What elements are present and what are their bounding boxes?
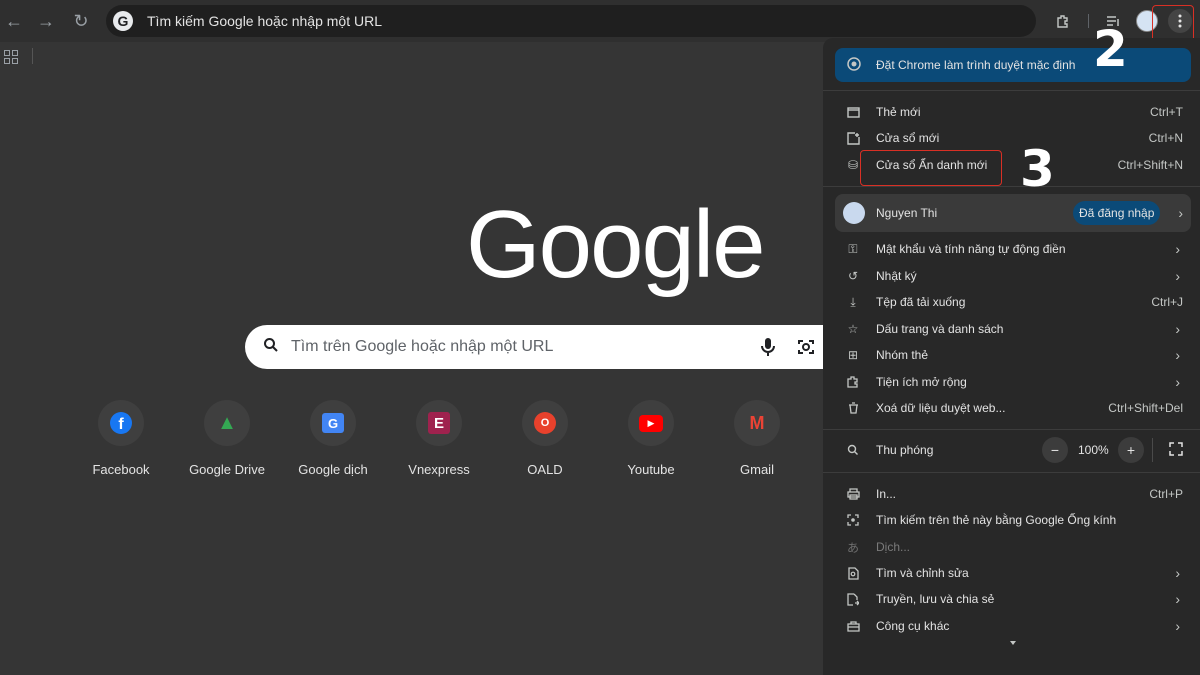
menu-item-new-tab[interactable]: Thẻ mới Ctrl+T xyxy=(823,99,1200,125)
history-icon: ↺ xyxy=(847,269,859,283)
forward-icon[interactable]: → xyxy=(34,9,58,33)
annotation-step-2: 2 xyxy=(1093,20,1128,78)
share-page-icon xyxy=(845,591,861,607)
lens-camera-icon[interactable] xyxy=(797,338,815,361)
chevron-right-icon: › xyxy=(1175,374,1180,390)
bookmarks-divider xyxy=(32,48,33,64)
zoom-divider xyxy=(1152,438,1153,462)
fullscreen-icon[interactable] xyxy=(1169,442,1183,461)
signed-in-badge: Đã đăng nhập xyxy=(1073,201,1161,225)
chevron-right-icon: › xyxy=(1175,591,1180,607)
annotation-step-3: 3 xyxy=(1020,140,1055,198)
scroll-down-arrow-icon[interactable] xyxy=(1010,641,1016,645)
star-icon: ☆ xyxy=(847,322,859,336)
menu-item-extensions[interactable]: Tiện ích mở rộng › xyxy=(823,369,1200,395)
chevron-right-icon: › xyxy=(1175,565,1180,581)
google-logo: Google xyxy=(466,191,766,298)
chevron-right-icon: › xyxy=(1175,618,1180,634)
chrome-icon xyxy=(847,56,861,74)
browser-toolbar: ← → ↻ G Tìm kiếm Google hoặc nhập một UR… xyxy=(0,0,1200,42)
search-icon xyxy=(263,337,279,358)
new-window-icon xyxy=(845,130,861,146)
shortcut-vnexpress[interactable]: E Vnexpress xyxy=(386,400,492,477)
microphone-icon[interactable] xyxy=(761,337,775,362)
shortcut-oald[interactable]: O OALD xyxy=(492,400,598,477)
lens-icon xyxy=(845,512,861,528)
shortcut-google-translate[interactable]: G Google dịch xyxy=(280,400,386,477)
menu-item-more-tools[interactable]: Công cụ khác › xyxy=(823,613,1200,639)
zoom-level: 100% xyxy=(1078,443,1109,457)
menu-item-history[interactable]: ↺ Nhật ký › xyxy=(823,263,1200,289)
find-page-icon xyxy=(845,565,861,581)
shortcut-youtube[interactable]: ▶ Youtube xyxy=(598,400,704,477)
menu-item-find-edit[interactable]: Tìm và chỉnh sửa › xyxy=(823,560,1200,586)
translate-icon: あ xyxy=(846,540,859,555)
new-tab-icon xyxy=(845,104,861,120)
zoom-icon xyxy=(845,442,861,458)
shortcut-facebook[interactable]: f Facebook xyxy=(68,400,174,477)
shortcut-google-drive[interactable]: ▲ Google Drive xyxy=(174,400,280,477)
gmail-icon: M xyxy=(749,412,765,433)
address-bar[interactable]: G Tìm kiếm Google hoặc nhập một URL xyxy=(106,5,1036,37)
menu-item-passwords[interactable]: ⚿ Mật khẩu và tính năng tự động điền › xyxy=(823,236,1200,262)
menu-divider xyxy=(823,90,1200,91)
key-icon: ⚿ xyxy=(848,241,858,256)
menu-divider xyxy=(823,472,1200,473)
tab-groups-icon: ⊞ xyxy=(847,348,859,362)
menu-item-translate: あ Dịch... xyxy=(846,540,911,555)
menu-item-bookmarks[interactable]: ☆ Dấu trang và danh sách › xyxy=(823,316,1200,342)
menu-item-tab-groups[interactable]: ⊞ Nhóm thẻ › xyxy=(823,342,1200,368)
menu-item-clear-browsing-data[interactable]: Xoá dữ liệu duyệt web... Ctrl+Shift+Del xyxy=(823,395,1200,421)
chevron-right-icon: › xyxy=(1175,321,1180,337)
chevron-right-icon: › xyxy=(1175,347,1180,363)
search-placeholder: Tìm trên Google hoặc nhập một URL xyxy=(291,338,554,355)
incognito-icon: ⛁ xyxy=(847,158,859,172)
zoom-in-button[interactable]: + xyxy=(1118,437,1144,463)
shortcut-gmail[interactable]: M Gmail xyxy=(704,400,810,477)
vnexpress-icon: E xyxy=(428,412,450,434)
menu-divider xyxy=(823,429,1200,430)
menu-item-downloads[interactable]: ⤓ Tệp đã tải xuống Ctrl+J xyxy=(823,289,1200,315)
download-icon: ⤓ xyxy=(850,294,856,309)
toolbox-icon xyxy=(845,618,861,634)
chevron-right-icon: › xyxy=(1175,241,1180,257)
menu-item-google-lens[interactable]: Tìm kiếm trên thẻ này bằng Google Ống kí… xyxy=(823,507,1200,533)
search-box[interactable]: Tìm trên Google hoặc nhập một URL xyxy=(245,325,855,369)
google-icon: G xyxy=(113,11,133,31)
menu-item-new-window[interactable]: Cửa sổ mới Ctrl+N xyxy=(823,125,1200,151)
oald-icon: O xyxy=(534,412,556,434)
extensions-icon[interactable] xyxy=(1051,9,1075,33)
google-drive-icon: ▲ xyxy=(217,411,237,434)
youtube-icon: ▶ xyxy=(639,414,663,432)
puzzle-icon xyxy=(845,374,861,390)
facebook-icon: f xyxy=(110,412,132,434)
reload-icon[interactable]: ↻ xyxy=(69,9,93,33)
zoom-out-button[interactable]: − xyxy=(1042,437,1068,463)
menu-item-print[interactable]: In... Ctrl+P xyxy=(823,481,1200,507)
chevron-right-icon: › xyxy=(1178,205,1183,221)
apps-grid-icon[interactable] xyxy=(4,50,18,64)
menu-item-cast-save-share[interactable]: Truyền, lưu và chia sẻ › xyxy=(823,586,1200,612)
menu-divider xyxy=(823,186,1200,187)
chevron-right-icon: › xyxy=(1175,268,1180,284)
back-icon[interactable]: ← xyxy=(2,9,26,33)
avatar xyxy=(843,202,865,224)
google-translate-icon: G xyxy=(322,413,344,433)
toolbar-divider xyxy=(1088,14,1089,28)
chrome-menu: Đặt Chrome làm trình duyệt mặc định Thẻ … xyxy=(823,38,1200,675)
shortcut-tiles: f Facebook ▲ Google Drive G Google dịch … xyxy=(68,400,810,477)
menu-item-profile[interactable]: Nguyen Thi Đã đăng nhập › xyxy=(835,194,1191,232)
address-bar-text: Tìm kiếm Google hoặc nhập một URL xyxy=(147,13,382,29)
printer-icon xyxy=(845,486,861,502)
trash-icon xyxy=(845,400,861,416)
set-default-browser-button[interactable]: Đặt Chrome làm trình duyệt mặc định xyxy=(835,48,1191,82)
annotation-box-incognito xyxy=(860,150,1002,186)
